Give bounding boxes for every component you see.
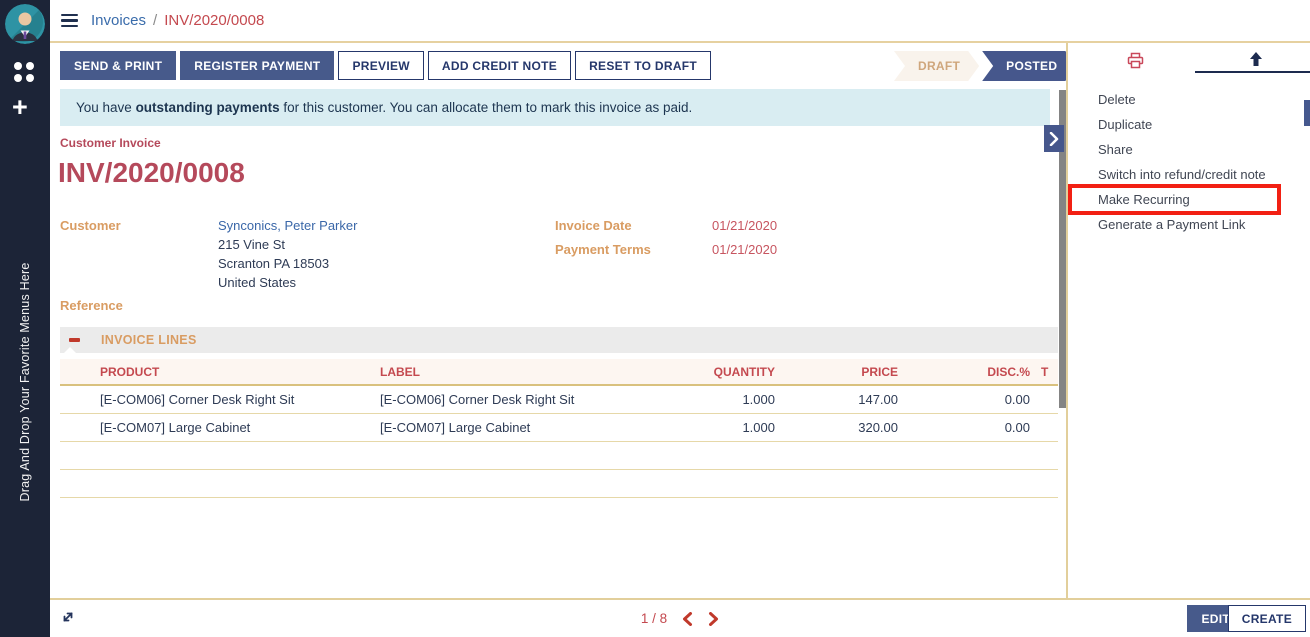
payment-terms-label: Payment Terms <box>555 242 651 257</box>
pager-previous-icon[interactable] <box>682 612 693 626</box>
record-toolbar: SEND & PRINT REGISTER PAYMENT PREVIEW AD… <box>60 51 711 80</box>
pager-next-icon[interactable] <box>708 612 719 626</box>
add-menu-icon[interactable]: + <box>12 94 28 121</box>
register-payment-button[interactable]: REGISTER PAYMENT <box>180 51 334 80</box>
create-button[interactable]: CREATE <box>1228 605 1306 632</box>
menu-item-share[interactable]: Share <box>1068 137 1310 162</box>
chevron-right-icon <box>1049 132 1059 146</box>
status-pipeline: DRAFT POSTED <box>894 51 1076 81</box>
column-quantity[interactable]: QUANTITY <box>714 365 775 379</box>
invoice-lines-title: INVOICE LINES <box>101 333 197 347</box>
app-window: + Drag And Drop Your Favorite Menus Here… <box>0 0 1310 637</box>
column-product[interactable]: PRODUCT <box>100 365 159 379</box>
row-price: 147.00 <box>858 392 898 407</box>
row-label: [E-COM07] Large Cabinet <box>380 420 530 435</box>
table-row-empty <box>60 442 1058 470</box>
payment-terms-value: 01/21/2020 <box>712 242 777 257</box>
row-discount: 0.00 <box>1005 392 1030 407</box>
action-panel: Delete Duplicate Share Switch into refun… <box>1068 43 1310 597</box>
reset-to-draft-button[interactable]: RESET TO DRAFT <box>575 51 711 80</box>
row-label: [E-COM06] Corner Desk Right Sit <box>380 392 574 407</box>
row-discount: 0.00 <box>1005 420 1030 435</box>
column-price[interactable]: PRICE <box>861 365 898 379</box>
row-quantity: 1.000 <box>742 392 775 407</box>
invoice-number-title: INV/2020/0008 <box>58 157 245 189</box>
menu-item-switch-refund[interactable]: Switch into refund/credit note <box>1068 162 1310 187</box>
avatar-image <box>5 4 45 44</box>
bottom-status-bar: 1 / 8 EDIT CREATE <box>50 598 1310 637</box>
outstanding-payments-alert: You have outstanding payments for this c… <box>60 89 1050 126</box>
row-product: [E-COM06] Corner Desk Right Sit <box>100 392 294 407</box>
menu-item-duplicate[interactable]: Duplicate <box>1068 112 1310 137</box>
menu-item-make-recurring[interactable]: Make Recurring <box>1068 187 1310 212</box>
invoice-lines-section-header: INVOICE LINES <box>60 327 1058 353</box>
breadcrumb: Invoices / INV/2020/0008 <box>91 12 264 29</box>
invoice-date-value: 01/21/2020 <box>712 218 777 233</box>
customer-name-link[interactable]: Synconics, Peter Parker <box>218 218 357 233</box>
column-label[interactable]: LABEL <box>380 365 420 379</box>
panel-toggle-button[interactable] <box>1044 125 1064 152</box>
menu-item-payment-link[interactable]: Generate a Payment Link <box>1068 212 1310 237</box>
customer-field-label: Customer <box>60 218 121 233</box>
status-posted[interactable]: POSTED <box>982 51 1076 81</box>
row-quantity: 1.000 <box>742 420 775 435</box>
window-scrollbar-thumb[interactable] <box>1304 100 1310 126</box>
user-avatar[interactable] <box>5 4 45 44</box>
record-pager: 1 / 8 <box>50 600 1310 637</box>
active-tab-underline <box>1195 71 1310 73</box>
menu-item-delete[interactable]: Delete <box>1068 87 1310 112</box>
customer-address-line1: 215 Vine St <box>218 237 285 252</box>
hamburger-menu-icon[interactable] <box>61 11 78 31</box>
alert-text: You have outstanding payments for this c… <box>76 100 692 115</box>
row-price: 320.00 <box>858 420 898 435</box>
document-type-label: Customer Invoice <box>60 136 161 150</box>
row-product: [E-COM07] Large Cabinet <box>100 420 250 435</box>
breadcrumb-invoices-link[interactable]: Invoices <box>91 12 146 29</box>
print-icon[interactable] <box>1126 51 1145 75</box>
table-row-empty <box>60 470 1058 498</box>
collapse-section-icon[interactable] <box>69 338 80 342</box>
add-credit-note-button[interactable]: ADD CREDIT NOTE <box>428 51 571 80</box>
alert-bold-text: outstanding payments <box>136 100 280 115</box>
apps-grid-icon[interactable] <box>14 62 34 82</box>
section-active-notch <box>64 347 76 353</box>
breadcrumb-separator: / <box>153 12 157 29</box>
lines-table-header: PRODUCT LABEL QUANTITY PRICE DISC.% T <box>60 359 1058 386</box>
top-bar: Invoices / INV/2020/0008 <box>50 0 1310 43</box>
customer-address-line2: Scranton PA 18503 <box>218 256 329 271</box>
send-print-button[interactable]: SEND & PRINT <box>60 51 176 80</box>
column-discount[interactable]: DISC.% <box>987 365 1030 379</box>
customer-address-line3: United States <box>218 275 296 290</box>
sidebar-drag-hint: Drag And Drop Your Favorite Menus Here <box>18 263 32 502</box>
status-draft[interactable]: DRAFT <box>894 51 979 81</box>
invoice-date-label: Invoice Date <box>555 218 632 233</box>
pager-count: 1 / 8 <box>641 611 667 626</box>
preview-button[interactable]: PREVIEW <box>338 51 423 80</box>
table-row[interactable]: [E-COM06] Corner Desk Right Sit [E-COM06… <box>60 386 1058 414</box>
breadcrumb-record: INV/2020/0008 <box>164 12 264 29</box>
table-row[interactable]: [E-COM07] Large Cabinet [E-COM07] Large … <box>60 414 1058 442</box>
column-taxes-truncated[interactable]: T <box>1041 365 1048 379</box>
left-sidebar: + Drag And Drop Your Favorite Menus Here <box>0 0 50 637</box>
action-arrow-up-icon[interactable] <box>1248 51 1264 72</box>
reference-field-label: Reference <box>60 298 123 313</box>
